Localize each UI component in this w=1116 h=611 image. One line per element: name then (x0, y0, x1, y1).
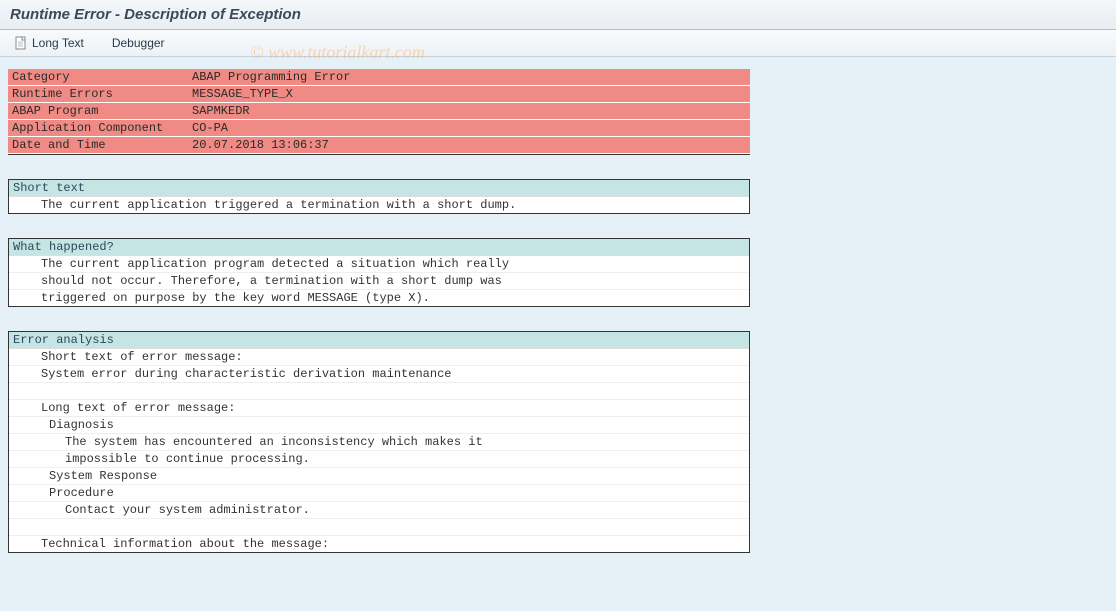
error-analysis-header: Error analysis (9, 332, 749, 349)
text-line: triggered on purpose by the key word MES… (9, 290, 749, 306)
long-text-label: Long Text (32, 36, 84, 50)
text-line: Contact your system administrator. (9, 502, 749, 519)
what-happened-header: What happened? (9, 239, 749, 256)
error-analysis-body: Short text of error message:System error… (9, 349, 749, 552)
text-line: The system has encountered an inconsiste… (9, 434, 749, 451)
toolbar: Long Text Debugger (0, 30, 1116, 57)
text-line: Diagnosis (9, 417, 749, 434)
header-row: ABAP ProgramSAPMKEDR (8, 103, 750, 120)
text-line (9, 383, 749, 400)
header-label: Runtime Errors (8, 86, 188, 103)
what-happened-section: What happened? The current application p… (8, 238, 750, 307)
header-label: Category (8, 69, 188, 86)
header-value: 20.07.2018 13:06:37 (188, 137, 750, 154)
header-value: CO-PA (188, 120, 750, 137)
short-text-section: Short text The current application trigg… (8, 179, 750, 214)
header-row: CategoryABAP Programming Error (8, 69, 750, 86)
title-bar: Runtime Error - Description of Exception (0, 0, 1116, 30)
text-line: Technical information about the message: (9, 536, 749, 552)
page-title: Runtime Error - Description of Exception (10, 6, 1106, 23)
text-line: The current application triggered a term… (9, 197, 749, 213)
text-line: The current application program detected… (9, 256, 749, 273)
error-header-table: CategoryABAP Programming ErrorRuntime Er… (8, 69, 750, 154)
text-line: impossible to continue processing. (9, 451, 749, 468)
debugger-label: Debugger (112, 36, 165, 50)
content-area: CategoryABAP Programming ErrorRuntime Er… (0, 69, 1116, 553)
header-value: MESSAGE_TYPE_X (188, 86, 750, 103)
text-line: Long text of error message: (9, 400, 749, 417)
error-analysis-section: Error analysis Short text of error messa… (8, 331, 750, 553)
header-label: Application Component (8, 120, 188, 137)
short-text-body: The current application triggered a term… (9, 197, 749, 213)
header-label: ABAP Program (8, 103, 188, 120)
what-happened-body: The current application program detected… (9, 256, 749, 306)
long-text-button[interactable]: Long Text (10, 34, 88, 52)
header-row: Application ComponentCO-PA (8, 120, 750, 137)
debugger-button[interactable]: Debugger (108, 34, 169, 52)
short-text-header: Short text (9, 180, 749, 197)
header-row: Date and Time20.07.2018 13:06:37 (8, 137, 750, 154)
header-row: Runtime ErrorsMESSAGE_TYPE_X (8, 86, 750, 103)
document-icon (14, 36, 28, 50)
header-value: ABAP Programming Error (188, 69, 750, 86)
header-value: SAPMKEDR (188, 103, 750, 120)
text-line: Procedure (9, 485, 749, 502)
text-line (9, 519, 749, 536)
text-line: System error during characteristic deriv… (9, 366, 749, 383)
text-line: System Response (9, 468, 749, 485)
text-line: Short text of error message: (9, 349, 749, 366)
text-line: should not occur. Therefore, a terminati… (9, 273, 749, 290)
header-divider (8, 154, 750, 155)
header-label: Date and Time (8, 137, 188, 154)
